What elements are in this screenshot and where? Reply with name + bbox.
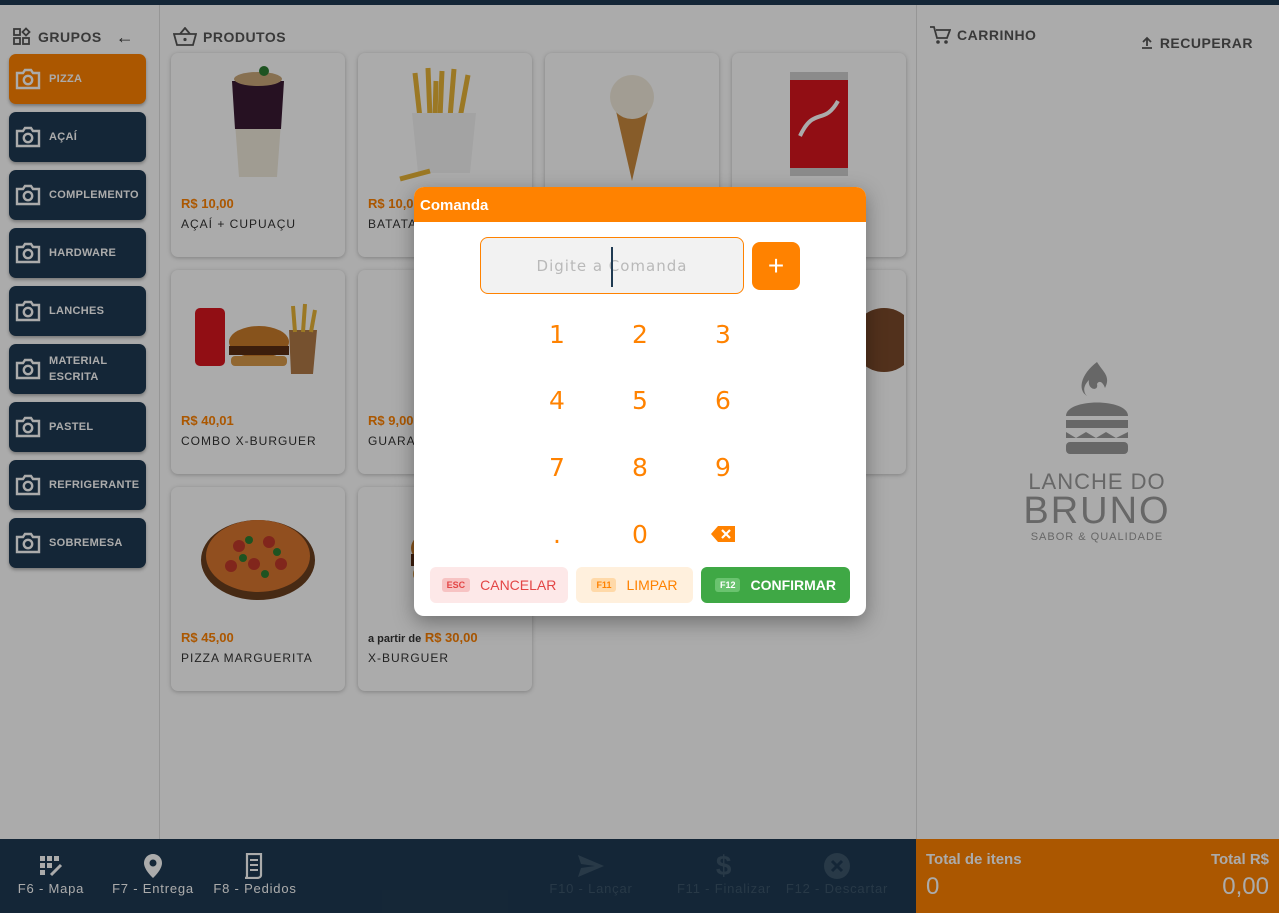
cancel-button[interactable]: ESC CANCELAR [430, 567, 568, 603]
confirm-button[interactable]: F12 CONFIRMAR [701, 567, 850, 603]
dialog-title: Comanda [414, 187, 866, 222]
backspace-key[interactable] [693, 509, 753, 559]
clear-button[interactable]: F11 LIMPAR [576, 567, 693, 603]
add-comanda-button[interactable]: + [752, 242, 800, 290]
key-8[interactable]: 8 [610, 442, 670, 492]
f12-key-badge: F12 [714, 578, 741, 592]
key-7[interactable]: 7 [527, 442, 587, 492]
key-6[interactable]: 6 [693, 375, 753, 425]
confirm-label: CONFIRMAR [750, 577, 837, 593]
comanda-input-wrapper [480, 237, 744, 294]
backspace-icon [711, 526, 735, 542]
key-9[interactable]: 9 [693, 442, 753, 492]
key-1[interactable]: 1 [527, 309, 587, 359]
cancel-label: CANCELAR [480, 577, 557, 593]
key-2[interactable]: 2 [610, 309, 670, 359]
key-dot[interactable]: . [527, 509, 587, 559]
esc-key-badge: ESC [441, 578, 471, 592]
key-3[interactable]: 3 [693, 309, 753, 359]
key-4[interactable]: 4 [527, 375, 587, 425]
text-caret [611, 247, 613, 287]
key-0[interactable]: 0 [610, 509, 670, 559]
comanda-dialog: Comanda + 1 2 3 4 5 6 7 8 9 . 0 ESC CANC… [414, 187, 866, 616]
clear-label: LIMPAR [626, 577, 678, 593]
f11-key-badge: F11 [591, 578, 617, 592]
key-5[interactable]: 5 [610, 375, 670, 425]
